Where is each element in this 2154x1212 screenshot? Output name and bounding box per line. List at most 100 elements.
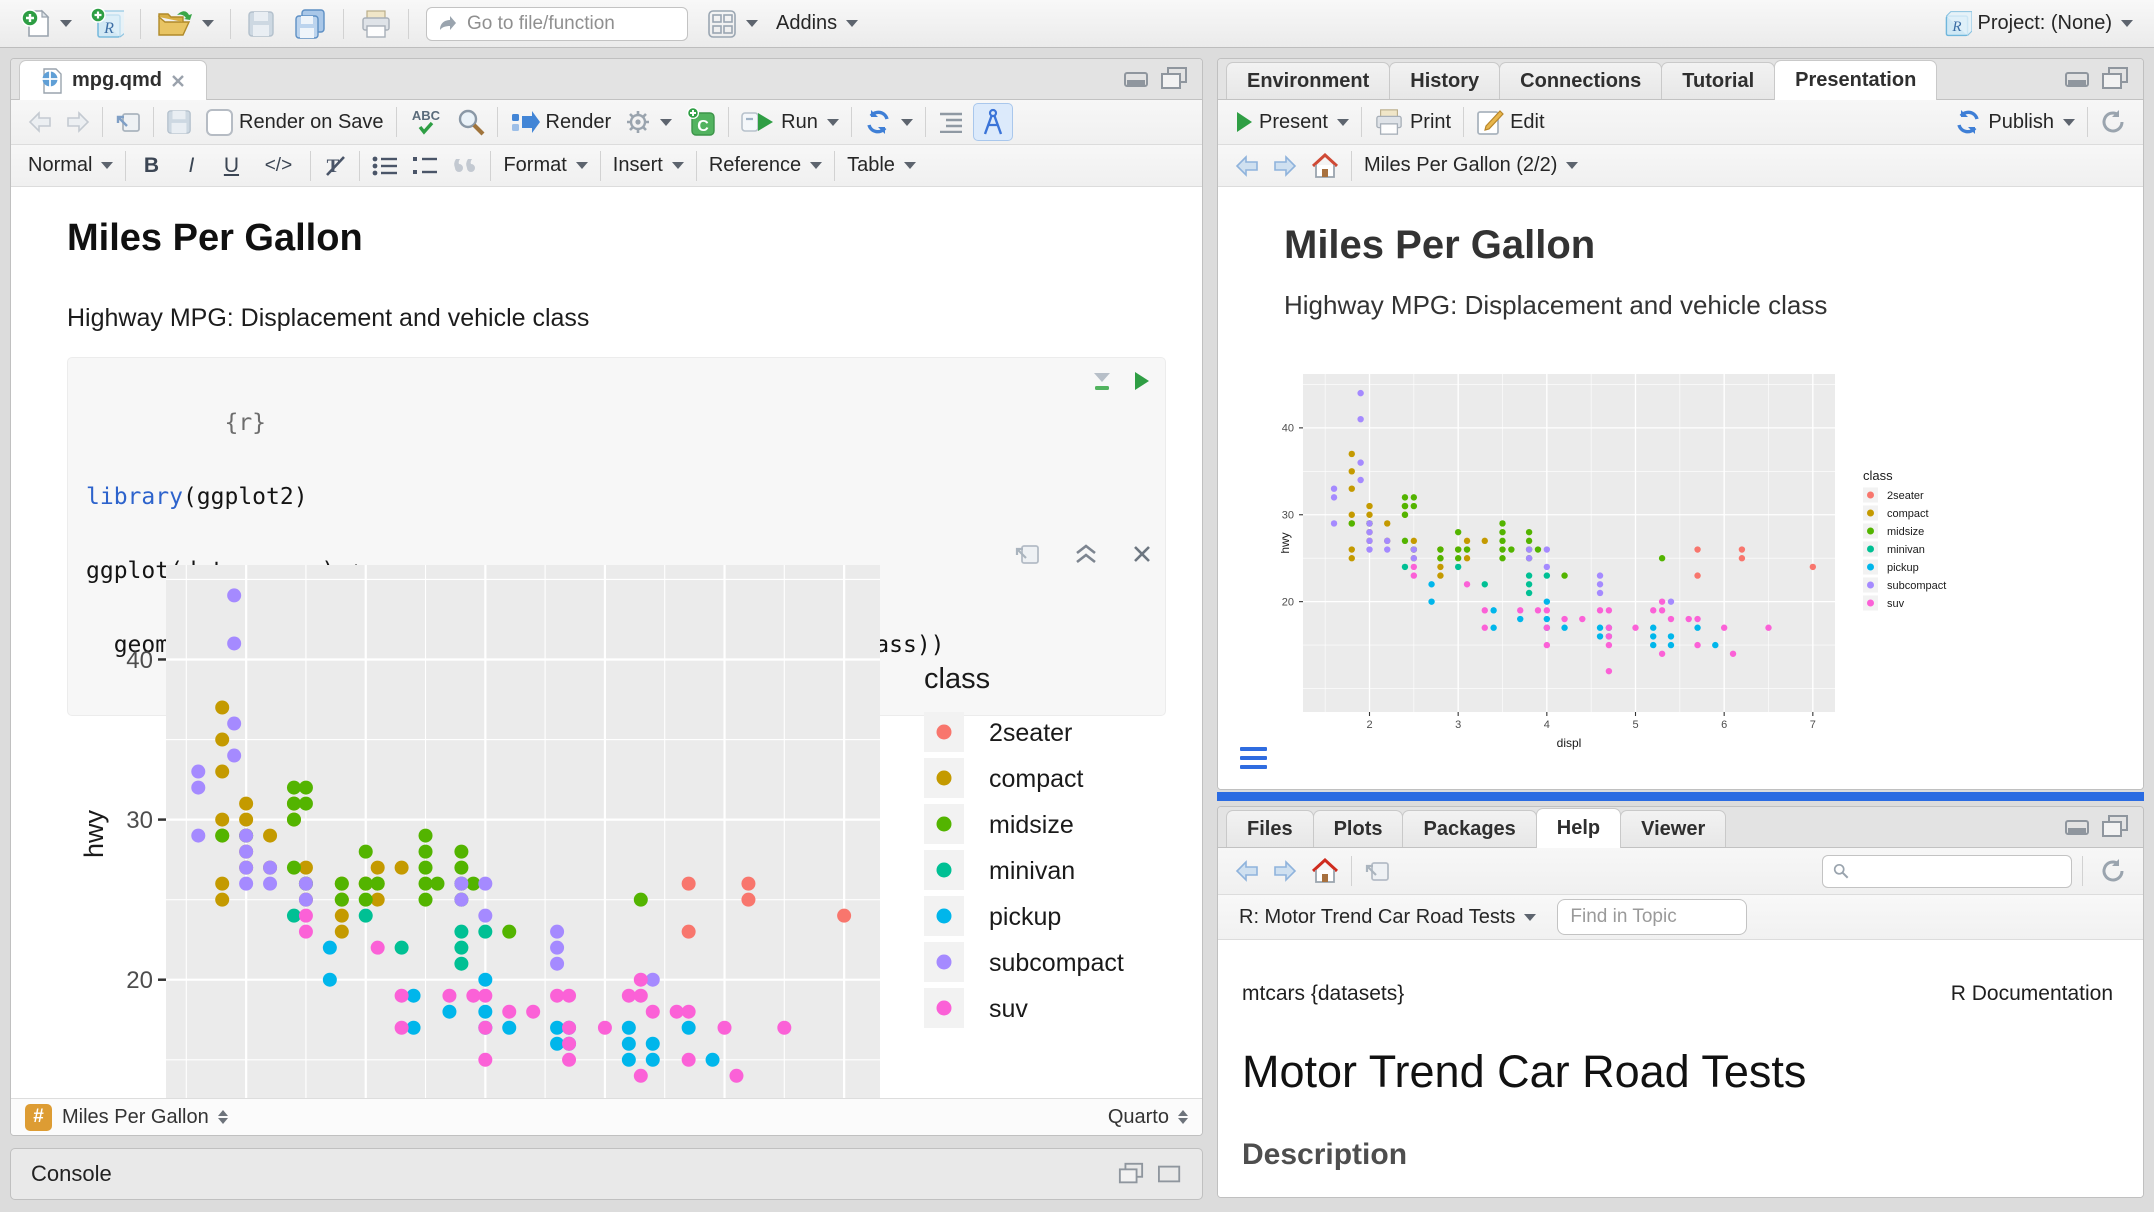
status-outline-label[interactable]: Miles Per Gallon (62, 1106, 209, 1129)
pane-splitter[interactable] (1217, 792, 2144, 801)
minimize-pane-icon[interactable] (2065, 817, 2091, 837)
format-menu-caret (576, 162, 588, 169)
find-in-topic-input[interactable] (1568, 905, 1736, 929)
render-on-save-toggle[interactable]: Render on Save (199, 104, 391, 140)
run-chunk-icon[interactable] (1133, 370, 1151, 392)
svg-text:compact: compact (1887, 508, 1929, 520)
popout-window-button[interactable] (108, 104, 148, 140)
help-search-input[interactable] (1857, 859, 2061, 883)
goto-file-input[interactable] (465, 12, 649, 36)
minimize-pane-icon[interactable] (1124, 69, 1150, 89)
forward-arrow-icon (66, 111, 90, 133)
find-replace-button[interactable] (450, 104, 492, 140)
find-in-topic-box[interactable] (1557, 899, 1747, 935)
refresh-presentation-button[interactable] (2093, 104, 2133, 140)
document-title: Miles Per Gallon (11, 187, 1202, 260)
present-caret (1337, 119, 1349, 126)
publish-button[interactable]: Publish (1947, 104, 2082, 140)
maximize-pane-icon[interactable] (1160, 67, 1188, 91)
back-button[interactable] (21, 104, 59, 140)
minimize-pane-icon[interactable] (2065, 69, 2091, 89)
spellcheck-button[interactable]: ABC (402, 104, 450, 140)
back-arrow-icon (28, 111, 52, 133)
tab-environment[interactable]: Environment (1226, 62, 1390, 99)
tab-close-icon[interactable] (170, 73, 186, 89)
rerun-button[interactable] (857, 104, 920, 140)
svg-text:R: R (1951, 19, 1961, 35)
tab-files[interactable]: Files (1226, 810, 1314, 847)
popout-icon (1364, 859, 1390, 883)
tab-presentation[interactable]: Presentation (1774, 60, 1937, 100)
console-pane[interactable]: Console (10, 1148, 1203, 1200)
save-button[interactable] (240, 6, 282, 42)
slide-home-button[interactable] (1304, 148, 1346, 184)
slide-forward-button[interactable] (1266, 148, 1304, 184)
open-file-button[interactable] (150, 6, 221, 42)
print-button[interactable] (353, 6, 399, 42)
slide-selector-dropdown[interactable]: Miles Per Gallon (2/2) (1357, 148, 1585, 184)
insert-menu[interactable]: Insert (606, 148, 691, 184)
format-menu[interactable]: Format (496, 148, 594, 184)
blockquote-button[interactable] (445, 148, 485, 184)
code-format-button[interactable]: </> (251, 148, 305, 184)
new-file-button[interactable] (14, 6, 79, 42)
render-icon (510, 109, 540, 135)
paragraph-style-dropdown[interactable]: Normal (21, 148, 120, 184)
outline-toggle-button[interactable] (931, 104, 971, 140)
tab-connections[interactable]: Connections (1499, 62, 1662, 99)
svg-text:30: 30 (1282, 510, 1294, 522)
document-canvas[interactable]: Miles Per Gallon Highway MPG: Displaceme… (11, 187, 1202, 1103)
help-topic-dropdown[interactable]: R: Motor Trend Car Road Tests (1232, 899, 1543, 935)
refresh-icon (2100, 858, 2126, 884)
chunk-options-icon[interactable] (1091, 370, 1113, 392)
forward-button[interactable] (59, 104, 97, 140)
bold-button[interactable]: B (131, 148, 171, 184)
help-back-button[interactable] (1228, 853, 1266, 889)
goto-file-search[interactable] (426, 7, 688, 41)
insert-chunk-button[interactable]: C (679, 104, 723, 140)
italic-button[interactable]: I (171, 148, 211, 184)
underline-button[interactable]: U (211, 148, 251, 184)
project-menu-button[interactable]: R Project: (None) (1935, 6, 2141, 42)
panes-layout-button[interactable] (700, 6, 765, 42)
numbered-list-button[interactable] (405, 148, 445, 184)
tab-tutorial[interactable]: Tutorial (1661, 62, 1775, 99)
print-presentation-button[interactable]: Print (1367, 104, 1458, 140)
render-button[interactable]: Render (503, 104, 619, 140)
clear-formatting-button[interactable]: T (316, 148, 354, 184)
svg-text:2seater: 2seater (989, 719, 1072, 747)
tab-plots[interactable]: Plots (1313, 810, 1404, 847)
tab-help[interactable]: Help (1536, 808, 1621, 848)
console-maximize-icon[interactable] (1158, 1163, 1182, 1185)
bullet-list-button[interactable] (365, 148, 405, 184)
help-forward-button[interactable] (1266, 853, 1304, 889)
help-home-button[interactable] (1304, 853, 1346, 889)
slide-back-button[interactable] (1228, 148, 1266, 184)
edit-presentation-button[interactable]: Edit (1469, 104, 1551, 140)
visual-editor-toggle[interactable] (973, 103, 1013, 141)
addins-button[interactable]: Addins (769, 6, 865, 42)
run-button[interactable]: Run (734, 104, 846, 140)
save-all-button[interactable] (286, 6, 334, 42)
tab-history[interactable]: History (1389, 62, 1500, 99)
help-search-box[interactable] (1822, 855, 2072, 888)
new-project-button[interactable]: R (83, 6, 131, 42)
present-button[interactable]: Present (1228, 104, 1356, 140)
console-minimize-icon[interactable] (1118, 1162, 1144, 1186)
reference-menu[interactable]: Reference (702, 148, 829, 184)
tab-viewer[interactable]: Viewer (1620, 810, 1726, 847)
maximize-pane-icon[interactable] (2101, 67, 2129, 91)
table-menu[interactable]: Table (840, 148, 923, 184)
help-refresh-button[interactable] (2093, 853, 2133, 889)
status-mode-label[interactable]: Quarto (1108, 1106, 1169, 1129)
help-document[interactable]: mtcars {datasets} R Documentation Motor … (1218, 940, 2143, 1198)
render-on-save-checkbox[interactable] (206, 109, 233, 136)
save-doc-button[interactable] (159, 104, 199, 140)
slide-menu-icon[interactable] (1240, 747, 1267, 769)
maximize-pane-icon[interactable] (2101, 815, 2129, 839)
help-popout-button[interactable] (1357, 853, 1397, 889)
tab-packages[interactable]: Packages (1402, 810, 1536, 847)
tab-mpg-qmd[interactable]: mpg.qmd (19, 60, 207, 100)
render-settings-button[interactable] (618, 104, 679, 140)
toolbar-separator (2087, 107, 2088, 137)
